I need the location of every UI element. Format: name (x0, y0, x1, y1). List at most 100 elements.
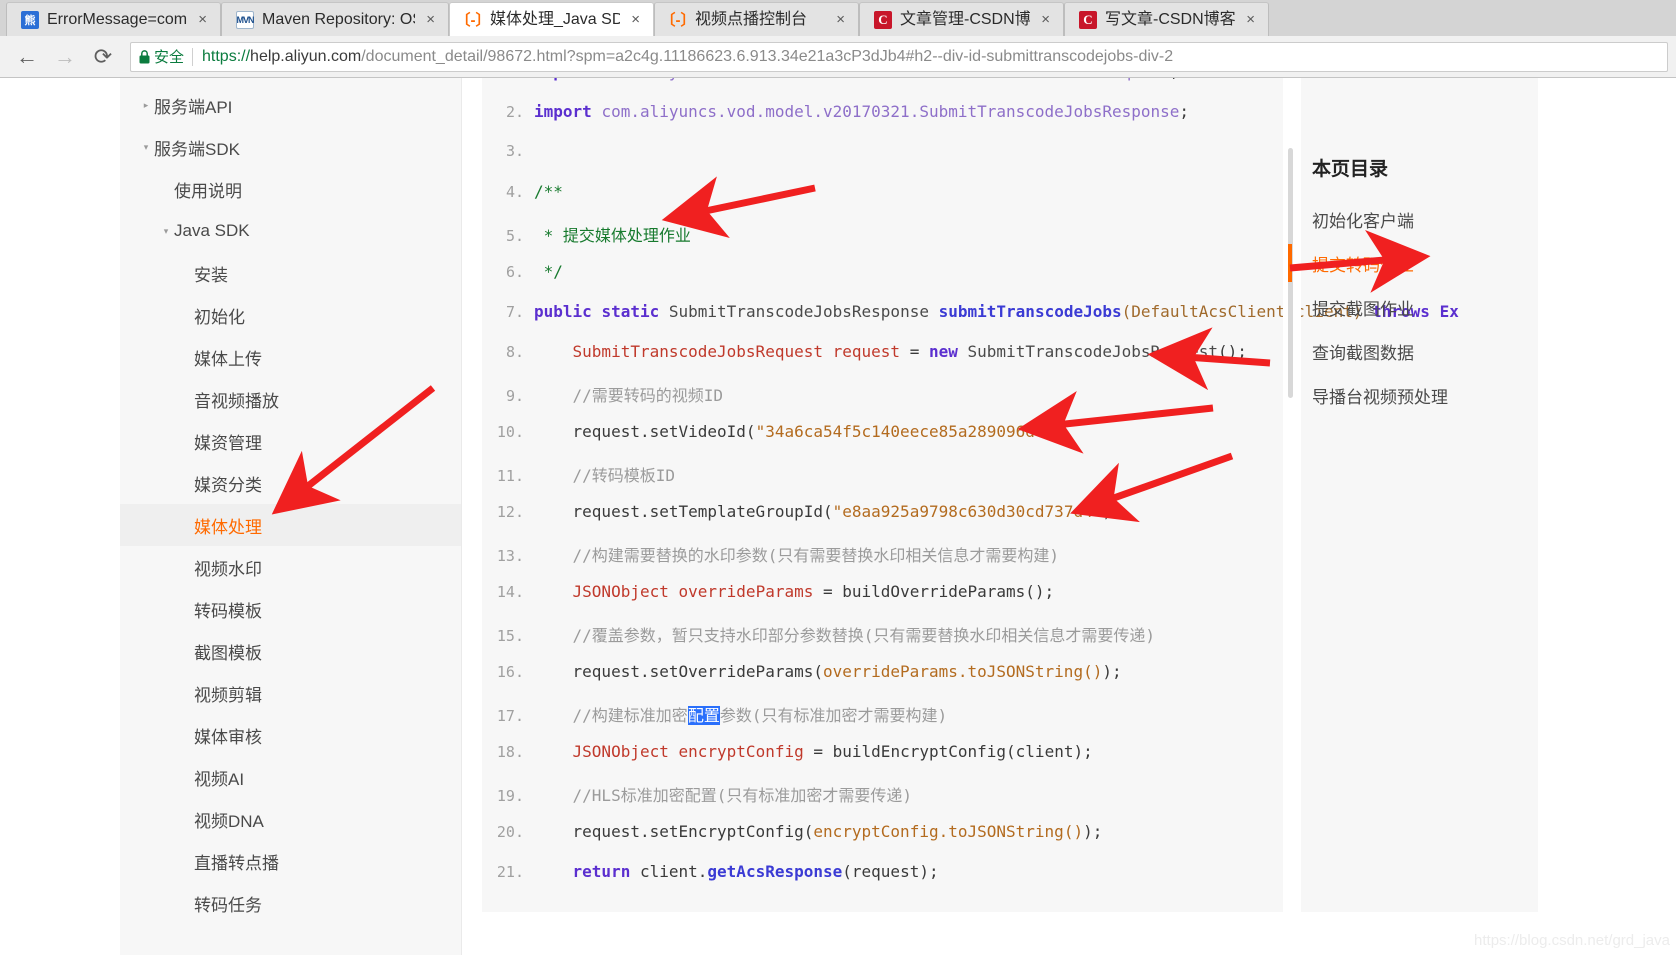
tab-title: 写文章-CSDN博客 (1105, 10, 1236, 28)
sidebar-item-label: 媒体审核 (194, 727, 262, 747)
code-line-text[interactable]: //覆盖参数，暂只支持水印部分参数替换(只有需要替换水印相关信息才需要传递) (534, 622, 1538, 646)
back-button[interactable]: ← (8, 40, 46, 74)
sidebar-item[interactable]: 视频剪辑 (120, 672, 461, 714)
sidebar-item[interactable]: 使用说明 (120, 168, 461, 210)
tab-strip-empty-space (1269, 2, 1676, 36)
sidebar-item-label: 媒资管理 (194, 433, 262, 453)
code-line-text[interactable]: import com.aliyuncs.vod.model.v20170321.… (534, 102, 1538, 121)
table-of-contents: 本页目录 初始化客户端 提交转码作业 提交截图作业 查询截图数据 导播台视频预处理 (1288, 154, 1562, 417)
sidebar-item[interactable]: 媒体处理 (120, 504, 461, 546)
code-line-number: 18 (482, 743, 534, 761)
sidebar-item-label: 初始化 (194, 307, 245, 327)
toc-item[interactable]: 初始化客户端 (1312, 197, 1562, 241)
code-line-number: 12 (482, 503, 534, 521)
forward-button[interactable]: → (46, 40, 84, 74)
browser-tab[interactable]: C 文章管理-CSDN博客 × (859, 2, 1064, 36)
sidebar-item-label: 视频水印 (194, 559, 262, 579)
code-line-text[interactable]: request.setVideoId("34a6ca54f5c140eece85… (534, 422, 1538, 441)
sidebar-item[interactable]: ▸ 服务端API (120, 84, 461, 126)
sidebar-item-label: 截图模板 (194, 643, 262, 663)
code-line-text[interactable]: //构建标准加密配置参数(只有标准加密才需要构建) (534, 702, 1538, 726)
tab-close-icon[interactable]: × (1038, 11, 1053, 28)
code-line-number: 14 (482, 583, 534, 601)
code-line-number: 21 (482, 863, 534, 881)
code-line: 11 //转码模板ID (482, 462, 1538, 502)
sidebar-item[interactable]: 视频AI (120, 756, 461, 798)
sidebar-item[interactable]: ▾ Java SDK (120, 210, 461, 252)
sidebar-item[interactable]: 截图模板 (120, 630, 461, 672)
toc-item[interactable]: 查询截图数据 (1312, 329, 1562, 373)
aliyun-icon: 〔-〕 (660, 12, 696, 29)
code-line-text[interactable]: JSONObject encryptConfig = buildEncryptC… (534, 742, 1538, 761)
code-line-text[interactable]: request.setTemplateGroupId("e8aa925a9798… (534, 502, 1538, 521)
sidebar-item[interactable]: 转码模板 (120, 588, 461, 630)
code-line: 20 request.setEncryptConfig(encryptConfi… (482, 822, 1538, 862)
browser-tab[interactable]: MVN Maven Repository: OSS × (221, 2, 449, 36)
sidebar-item[interactable]: 安装 (120, 252, 461, 294)
sidebar-item[interactable]: 转码任务 (120, 882, 461, 924)
code-line-number: 9 (482, 387, 534, 405)
tab-close-icon[interactable]: × (1243, 11, 1258, 28)
browser-tab[interactable]: 〔-〕媒体处理_Java SDK_服务 × (449, 2, 654, 36)
csdn-icon: C (874, 10, 892, 29)
sidebar-item[interactable]: 媒资管理 (120, 420, 461, 462)
sidebar-item[interactable]: 媒体上传 (120, 336, 461, 378)
code-line-text[interactable]: request.setEncryptConfig(encryptConfig.t… (534, 822, 1538, 841)
sidebar-item-label: 视频剪辑 (194, 685, 262, 705)
tab-close-icon[interactable]: × (833, 11, 848, 28)
browser-toolbar: ← → ⟳ 安全 https://help.aliyun.com/documen… (0, 36, 1676, 78)
toc-item[interactable]: 提交转码作业 (1288, 241, 1562, 285)
tab-strip: 熊 ErrorMessage=com/ali × MVN Maven Repositor… (0, 0, 1676, 36)
tab-title: Maven Repository: OSS (262, 10, 415, 28)
sidebar-item-label: 直播转点播 (194, 853, 279, 873)
toc-title: 本页目录 (1312, 159, 1389, 180)
code-line-text[interactable]: return client.getAcsResponse(request); (534, 862, 1538, 881)
page-left-gutter (0, 78, 120, 955)
code-line: 15 //覆盖参数，暂只支持水印部分参数替换(只有需要替换水印相关信息才需要传递… (482, 622, 1538, 662)
sidebar-item[interactable]: ▾ 服务端SDK (120, 126, 461, 168)
code-line: 16 request.setOverrideParams(overridePar… (482, 662, 1538, 702)
toc-item[interactable]: 提交截图作业 (1312, 285, 1562, 329)
sidebar-item[interactable]: 音视频播放 (120, 378, 461, 420)
code-line-number: 13 (482, 547, 534, 565)
code-line-text[interactable]: //转码模板ID (534, 462, 1538, 486)
code-line-text[interactable]: //构建需要替换的水印参数(只有需要替换水印相关信息才需要构建) (534, 542, 1538, 566)
sidebar-item-label: 媒体上传 (194, 349, 262, 369)
chevron-right-icon[interactable]: ▸ (138, 100, 154, 110)
code-line-text[interactable]: //HLS标准加密配置(只有标准加密才需要传递) (534, 782, 1538, 806)
page-viewport: ▸ 服务端API ▾ 服务端SDK 使用说明 ▾ Java SDK 安装初始化媒体上传音视频播… (0, 78, 1676, 955)
sidebar-item[interactable]: 媒资分类 (120, 462, 461, 504)
sidebar-item[interactable]: 初始化 (120, 294, 461, 336)
code-line-text[interactable]: request.setOverrideParams(overrideParams… (534, 662, 1538, 681)
browser-chrome: 熊 ErrorMessage=com/ali × MVN Maven Repositor… (0, 0, 1676, 78)
doc-sidebar-nav: ▸ 服务端API ▾ 服务端SDK 使用说明 ▾ Java SDK 安装初始化媒体上传音视频播… (120, 78, 462, 955)
code-line-text[interactable]: import com.aliyuncs.vod.model.v20170321.… (534, 78, 1538, 81)
code-line-text[interactable]: JSONObject overrideParams = buildOverrid… (534, 582, 1538, 601)
sidebar-item-label: 安装 (194, 265, 228, 285)
chevron-down-icon[interactable]: ▾ (138, 142, 154, 152)
secure-label: 安全 (154, 49, 185, 66)
sidebar-item-label: 媒资分类 (194, 475, 262, 495)
tab-title: 视频点播控制台 (695, 10, 808, 28)
tab-close-icon[interactable]: × (195, 11, 210, 28)
tab-close-icon[interactable]: × (423, 11, 438, 28)
sidebar-item[interactable]: 视频水印 (120, 546, 461, 588)
browser-tab[interactable]: 〔-〕 视频点播控制台 × (654, 2, 859, 36)
code-line-number: 4 (482, 183, 534, 201)
browser-tab[interactable]: 熊 ErrorMessage=com/ali × (6, 2, 221, 36)
aliyun-icon: 〔-〕 (455, 12, 491, 29)
url-text: https://help.aliyun.com/document_detail/… (202, 47, 1174, 65)
code-line: 12 request.setTemplateGroupId("e8aa925a9… (482, 502, 1538, 542)
sidebar-item[interactable]: 媒体审核 (120, 714, 461, 756)
chevron-down-icon[interactable]: ▾ (158, 226, 174, 236)
code-line-number: 10 (482, 423, 534, 441)
tab-close-icon[interactable]: × (628, 11, 643, 28)
address-bar[interactable]: 安全 https://help.aliyun.com/document_deta… (130, 41, 1668, 72)
browser-tab[interactable]: C 写文章-CSDN博客 × (1064, 2, 1269, 36)
sidebar-item[interactable]: 视频DNA (120, 798, 461, 840)
toc-item[interactable]: 导播台视频预处理 (1312, 373, 1562, 417)
reload-button[interactable]: ⟳ (84, 40, 122, 74)
toc-items: 初始化客户端 提交转码作业 提交截图作业 查询截图数据 导播台视频预处理 (1288, 197, 1562, 417)
code-line: 18 JSONObject encryptConfig = buildEncry… (482, 742, 1538, 782)
sidebar-item[interactable]: 直播转点播 (120, 840, 461, 882)
